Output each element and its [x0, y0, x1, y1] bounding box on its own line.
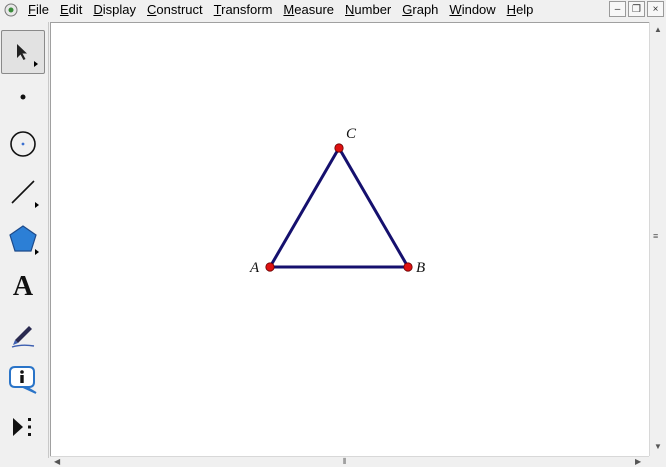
sketch-drawing: A B C [249, 126, 425, 276]
submenu-indicator-icon [35, 202, 39, 208]
menu-construct[interactable]: Construct [142, 0, 209, 20]
point-c[interactable] [334, 143, 344, 153]
menu-help[interactable]: Help [502, 0, 540, 20]
point-label-c[interactable]: C [346, 126, 357, 142]
menu-measure[interactable]: Measure [278, 0, 340, 20]
scroll-down-icon[interactable]: ▼ [654, 442, 662, 452]
sketch-canvas[interactable]: A B C [50, 22, 650, 457]
scroll-grip-horizontal-icon[interactable]: ⦀ [343, 457, 347, 467]
segment-ca[interactable] [268, 147, 341, 268]
submenu-indicator-icon [34, 61, 38, 67]
point-a[interactable] [265, 262, 275, 272]
minimize-button[interactable]: – [609, 1, 626, 17]
toolbox: A [0, 22, 49, 458]
menu-bar: File Edit Display Construct Transform Me… [0, 0, 666, 20]
point-icon [20, 94, 26, 100]
point-label-b[interactable]: B [416, 260, 425, 276]
circle-icon [10, 131, 36, 157]
menu-graph[interactable]: Graph [397, 0, 444, 20]
menu-transform[interactable]: Transform [209, 0, 279, 20]
restore-button[interactable]: ❐ [628, 1, 645, 17]
window-controls: – ❐ × [609, 1, 664, 17]
horizontal-scrollbar[interactable]: ◀ ⦀ ▶ [50, 456, 649, 467]
menu-window[interactable]: Window [444, 0, 501, 20]
menu-number[interactable]: Number [340, 0, 397, 20]
scroll-up-icon[interactable]: ▲ [654, 25, 662, 35]
menu-display[interactable]: Display [88, 0, 142, 20]
point-label-a[interactable]: A [249, 260, 260, 276]
text-tool[interactable]: A [1, 265, 45, 309]
custom-tools[interactable] [1, 405, 45, 449]
arrow-icon [17, 44, 27, 60]
information-icon [9, 366, 37, 394]
straightedge-tool[interactable] [1, 170, 45, 214]
segment-icon [11, 180, 35, 204]
point-tool[interactable] [1, 75, 45, 119]
marker-icon [11, 326, 35, 348]
submenu-indicator-icon [35, 249, 39, 255]
information-tool[interactable] [1, 358, 45, 402]
arrow-tool[interactable] [1, 30, 45, 74]
vertical-scrollbar[interactable]: ▲ ≡ ▼ [649, 22, 666, 456]
point-b[interactable] [403, 262, 413, 272]
text-icon: A [12, 271, 34, 302]
scroll-right-icon[interactable]: ▶ [635, 457, 641, 467]
segment-bc[interactable] [337, 147, 410, 268]
polygon-tool[interactable] [1, 217, 45, 261]
compass-tool[interactable] [1, 122, 45, 166]
close-button[interactable]: × [647, 1, 664, 17]
custom-tools-icon [13, 418, 31, 436]
menu-edit[interactable]: Edit [55, 0, 88, 20]
app-icon[interactable] [3, 2, 19, 18]
scroll-grip-vertical-icon[interactable]: ≡ [653, 231, 658, 241]
scrollbar-corner [649, 456, 666, 467]
marker-tool[interactable] [1, 312, 45, 356]
scroll-left-icon[interactable]: ◀ [54, 457, 60, 467]
menu-file[interactable]: File [23, 0, 55, 20]
